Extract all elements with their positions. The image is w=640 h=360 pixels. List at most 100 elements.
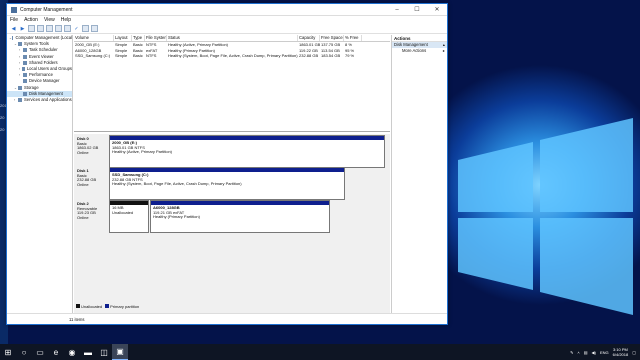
- volume-cell: Simple: [115, 53, 128, 58]
- legend-swatch: [76, 304, 80, 308]
- partition-status: Healthy (Active, Primary Partition): [112, 149, 173, 155]
- disk-info[interactable]: Disk 2 Removable 119.23 GB Online: [76, 200, 108, 233]
- column-header[interactable]: Capacity: [298, 35, 320, 41]
- volume-row[interactable]: SSD_Samsung (C:) Simple Basic NTFS Healthy (…: [74, 53, 390, 59]
- check-icon[interactable]: ✓: [73, 25, 80, 32]
- tree-node-icon: [23, 54, 27, 59]
- column-header[interactable]: Volume: [74, 35, 114, 41]
- network-icon[interactable]: ▤: [584, 350, 588, 355]
- toolbar: ◀ ▶ ✓: [7, 24, 447, 34]
- legend-item: Unallocated: [76, 304, 102, 309]
- volume-cell: Healthy (System, Boot, Page File, Active…: [168, 53, 298, 58]
- clock[interactable]: 3:10 PM 6/4/2018: [613, 347, 629, 357]
- system-tray: ✎ ˄ ▤ ◀) ENG 3:10 PM 6/4/2018 ▢: [570, 344, 636, 360]
- column-header[interactable]: Type: [132, 35, 145, 41]
- list-view-icon[interactable]: [55, 25, 62, 32]
- help-icon[interactable]: [46, 25, 53, 32]
- minimize-button[interactable]: –: [387, 4, 407, 16]
- clock-date: 6/4/2018: [612, 352, 629, 357]
- column-header[interactable]: Free Space: [320, 35, 344, 41]
- disk-info[interactable]: Disk 0 Basic 1863.02 GB Online: [76, 135, 108, 168]
- chevron-up-icon[interactable]: ˄: [577, 350, 579, 355]
- tree-node-icon: [18, 42, 22, 47]
- disk-state: Online: [77, 149, 89, 155]
- tree-node-icon: [21, 67, 25, 72]
- legend: Unallocated Primary partition: [76, 304, 139, 309]
- volume-cell: Basic: [133, 53, 143, 58]
- search-icon[interactable]: ○: [16, 344, 32, 360]
- menu-bar: File Action View Help: [7, 16, 447, 24]
- disk-info[interactable]: Disk 1 Basic 232.88 GB Online: [76, 167, 108, 200]
- column-header[interactable]: Status: [167, 35, 298, 41]
- volume-cell: SSD_Samsung (C:): [75, 53, 111, 58]
- volume-cell: NTFS: [146, 53, 157, 58]
- computer-management-icon: [11, 6, 17, 13]
- legend-label: Unallocated: [81, 304, 103, 309]
- column-header[interactable]: Layout: [114, 35, 132, 41]
- status-bar: 11 items: [7, 313, 447, 324]
- console-tree-icon[interactable]: [28, 25, 35, 32]
- disk-state: Online: [77, 214, 89, 220]
- menu-view[interactable]: View: [44, 17, 55, 23]
- tree-item-label: Services and Applications: [24, 96, 72, 102]
- actions-pane: Actions Disk Management ▴ More Actions ▸: [391, 35, 447, 313]
- tree-node-icon: [23, 48, 27, 53]
- chrome-icon[interactable]: ◉: [64, 344, 80, 360]
- partition-status: Healthy (Primary Partition): [153, 214, 200, 220]
- properties-icon[interactable]: [37, 25, 44, 32]
- file-explorer-icon[interactable]: ▬: [80, 344, 96, 360]
- legend-item: Primary partition: [105, 304, 139, 309]
- partition[interactable]: SSD_Samsung (C:) 232.88 GB NTFS Healthy (S…: [109, 167, 345, 200]
- menu-help[interactable]: Help: [61, 17, 71, 23]
- console-tree: ⌄ Computer Management (Local ⌄ System Tools…: [7, 35, 73, 313]
- more-actions-label: More Actions: [402, 48, 427, 53]
- maximize-button[interactable]: ☐: [407, 4, 427, 16]
- menu-action[interactable]: Action: [24, 17, 38, 23]
- store-icon[interactable]: ◫: [96, 344, 112, 360]
- main-area: ⌄ Computer Management (Local ⌄ System Tools…: [7, 35, 447, 313]
- pen-icon[interactable]: ✎: [570, 350, 573, 355]
- volume-list-header: Volume Layout Type File System Status Capacit…: [74, 35, 390, 42]
- tree-node-icon: [18, 97, 22, 102]
- computer-management-taskbar-icon[interactable]: ▣: [112, 344, 128, 360]
- partition-status: Healthy (System, Boot, Page File, Active…: [112, 181, 242, 187]
- partition-content: A6000_128GB 119.21 GB exFAT Healthy (Prima…: [151, 205, 329, 221]
- close-button[interactable]: ✕: [427, 4, 447, 16]
- disk-graphical-view: Unallocated Primary partition Disk 0 Basic…: [74, 134, 390, 313]
- partition[interactable]: 16 MB Unallocated: [109, 200, 149, 233]
- start-windows-icon[interactable]: ⊞: [0, 344, 16, 360]
- folder-icon[interactable]: [82, 25, 89, 32]
- volume-cell: 79 %: [345, 53, 355, 58]
- task-view-icon[interactable]: ▭: [32, 344, 48, 360]
- partition[interactable]: 2000_GB (E:) 1863.01 GB NTFS Healthy (Acti…: [109, 135, 385, 168]
- more-actions-link[interactable]: More Actions ▸: [392, 48, 447, 54]
- volume-icon[interactable]: ◀): [592, 350, 596, 355]
- legend-swatch: [105, 304, 110, 308]
- language-indicator[interactable]: ENG: [600, 350, 609, 355]
- partition-status: Unallocated: [112, 209, 134, 215]
- tree-item[interactable]: › Services and Applications: [7, 97, 72, 103]
- disk-state: Online: [77, 181, 89, 187]
- tree-node-icon: [23, 73, 27, 78]
- column-header[interactable]: % Free: [344, 35, 362, 41]
- window-title: Computer Management: [20, 6, 73, 13]
- tree-node-icon: [23, 60, 27, 65]
- back-arrow-icon[interactable]: ◀: [10, 25, 17, 32]
- computer-management-window: Computer Management – ☐ ✕ File Action Vi…: [6, 3, 448, 325]
- taskbar: ⊞ ○ ▭ e ◉ ▬ ◫ ▣ ✎ ˄ ▤ ◀) ENG 3:10 PM 6/4…: [0, 344, 640, 360]
- forward-arrow-icon[interactable]: ▶: [19, 25, 26, 32]
- notifications-icon[interactable]: ▢: [632, 350, 636, 355]
- center-pane: Volume Layout Type File System Status Capacit…: [74, 35, 390, 313]
- tree-node-icon: [23, 79, 27, 84]
- column-header[interactable]: File System: [145, 35, 167, 41]
- volume-cell: 183.54 GB: [321, 53, 341, 58]
- disk-row: Disk 2 Removable 119.23 GB Online 16 MB Unall…: [76, 200, 330, 233]
- partition-content: SSD_Samsung (C:) 232.88 GB NTFS Healthy (S…: [110, 172, 344, 188]
- disk-icon[interactable]: [91, 25, 98, 32]
- partition-content: 2000_GB (E:) 1863.01 GB NTFS Healthy (Acti…: [110, 140, 384, 156]
- menu-file[interactable]: File: [10, 17, 18, 23]
- settings-icon[interactable]: [64, 25, 71, 32]
- partition[interactable]: A6000_128GB 119.21 GB exFAT Healthy (Prima…: [150, 200, 330, 233]
- edge-browser-icon[interactable]: e: [48, 344, 64, 360]
- tree-node-icon: [23, 91, 27, 96]
